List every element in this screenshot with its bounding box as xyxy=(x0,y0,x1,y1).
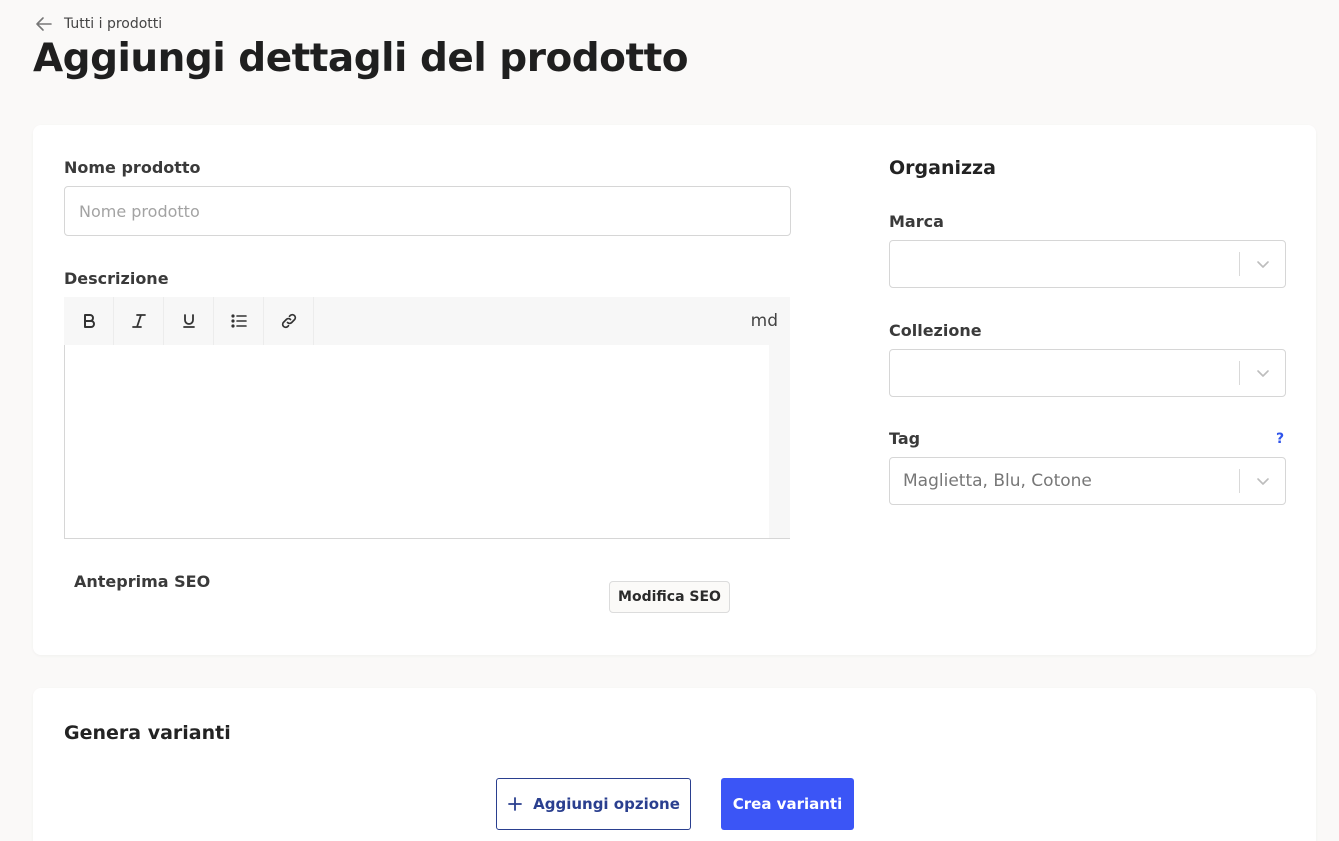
brand-label: Marca xyxy=(889,212,944,231)
underline-button[interactable] xyxy=(164,297,214,345)
tag-select[interactable]: Maglietta, Blu, Cotone xyxy=(889,457,1286,505)
product-name-input[interactable] xyxy=(64,186,791,236)
select-separator xyxy=(1239,252,1240,276)
collection-label: Collezione xyxy=(889,321,982,340)
product-details-card: Nome prodotto Descrizione xyxy=(33,125,1316,655)
editor-toolbar: md xyxy=(64,297,790,345)
back-link[interactable]: Tutti i prodotti xyxy=(34,14,162,34)
seo-preview-label: Anteprima SEO xyxy=(74,572,211,591)
arrow-left-icon xyxy=(36,17,52,31)
tag-select-placeholder: Maglietta, Blu, Cotone xyxy=(903,471,1092,491)
italic-button[interactable] xyxy=(114,297,164,345)
edit-seo-button[interactable]: Modifica SEO xyxy=(609,581,730,613)
chevron-down-icon xyxy=(1257,370,1269,377)
create-variants-button[interactable]: Crea varianti xyxy=(721,778,854,830)
tag-help-icon[interactable]: ? xyxy=(1276,431,1284,447)
editor-scrollbar[interactable] xyxy=(769,345,790,538)
bullet-list-icon xyxy=(230,314,247,328)
chevron-down-icon xyxy=(1257,478,1269,485)
markdown-mode-label: md xyxy=(750,311,778,331)
collection-select[interactable] xyxy=(889,349,1286,397)
product-name-label: Nome prodotto xyxy=(64,158,201,177)
select-separator xyxy=(1239,469,1240,493)
add-option-label: Aggiungi opzione xyxy=(533,795,680,813)
back-link-label: Tutti i prodotti xyxy=(64,16,163,32)
link-icon xyxy=(281,313,296,329)
organize-title: Organizza xyxy=(889,157,996,179)
underline-icon xyxy=(182,314,195,328)
page-title: Aggiungi dettagli del prodotto xyxy=(33,36,689,81)
bullet-list-button[interactable] xyxy=(214,297,264,345)
add-option-button[interactable]: Aggiungi opzione xyxy=(496,778,691,830)
italic-icon xyxy=(131,314,146,328)
bold-icon xyxy=(83,314,95,328)
brand-select[interactable] xyxy=(889,240,1286,288)
variants-card: Genera varianti Aggiungi opzione Crea va… xyxy=(33,688,1316,841)
variants-title: Genera varianti xyxy=(64,722,231,744)
chevron-down-icon xyxy=(1257,261,1269,268)
link-button[interactable] xyxy=(264,297,314,345)
bold-button[interactable] xyxy=(64,297,114,345)
plus-icon xyxy=(508,797,523,811)
description-label: Descrizione xyxy=(64,269,169,288)
tag-label: Tag xyxy=(889,429,921,448)
description-editor[interactable] xyxy=(64,345,790,539)
markdown-mode-toggle[interactable]: md xyxy=(751,297,790,345)
select-separator xyxy=(1239,361,1240,385)
